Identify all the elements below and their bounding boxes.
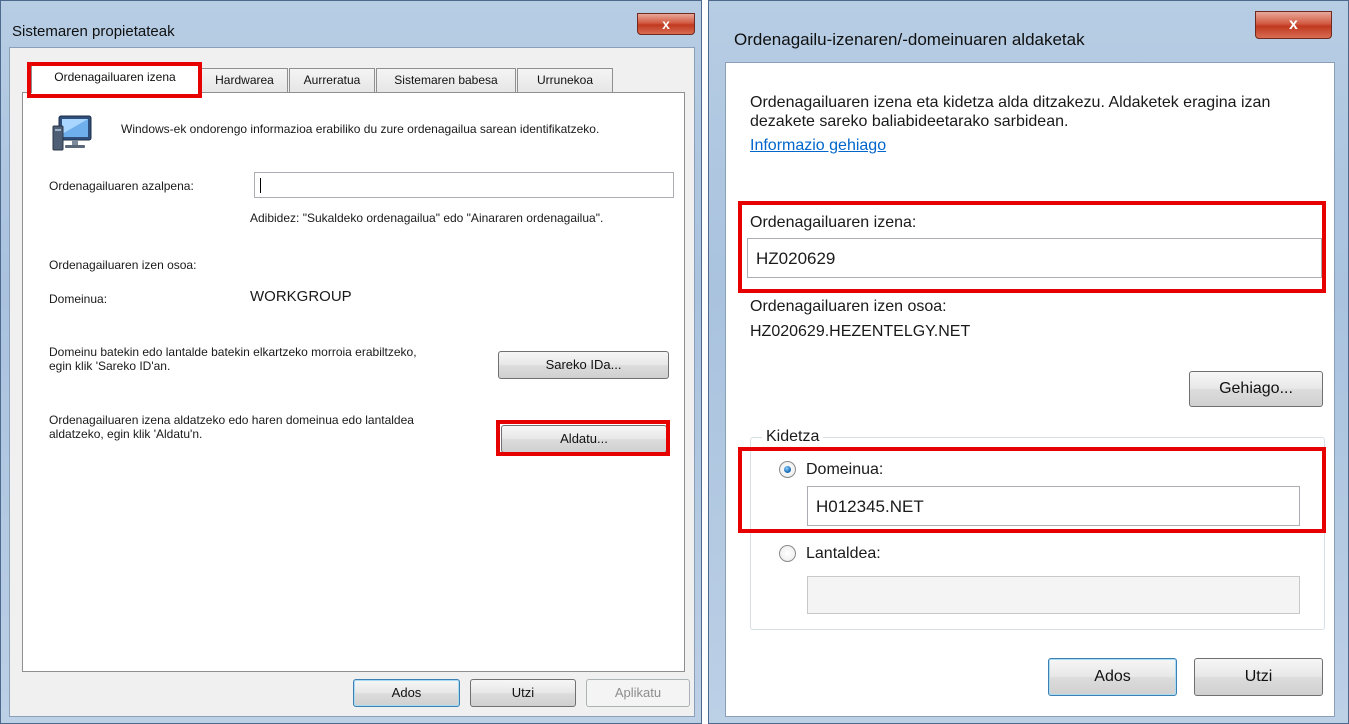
tab-remote[interactable]: Urrunekoa	[517, 68, 613, 92]
system-properties-window: Sistemaren propietateak x Ordenagailuare…	[0, 0, 702, 724]
tab-label: Urrunekoa	[536, 73, 594, 87]
window-title: Ordenagailu-izenaren/-domeinuaren aldake…	[734, 30, 1085, 49]
close-icon: x	[662, 16, 670, 32]
close-icon: x	[1289, 16, 1298, 33]
domain-value: H012345.NET	[816, 497, 924, 516]
ok-button-label: Ados	[1094, 668, 1131, 685]
domain-label: Domeinua:	[49, 292, 108, 306]
domain-value: WORKGROUP	[250, 288, 352, 305]
more-button-label: Gehiago...	[1219, 380, 1293, 397]
cancel-button[interactable]: Utzi	[1194, 658, 1323, 696]
change-text: Ordenagailuaren izena aldatzeko edo hare…	[49, 413, 414, 441]
domain-radio[interactable]	[779, 461, 796, 478]
cancel-button[interactable]: Utzi	[470, 679, 576, 707]
workgroup-option-label: Lantaldea:	[806, 545, 881, 562]
tab-label: Sistemaren babesa	[394, 73, 498, 87]
cancel-button-label: Utzi	[511, 685, 535, 700]
computer-name-input[interactable]: HZ020629	[747, 238, 1322, 278]
domain-option-label: Domeinua:	[806, 461, 884, 478]
tab-system-protection[interactable]: Sistemaren babesa	[376, 68, 516, 92]
change-button[interactable]: Aldatu...	[501, 425, 667, 453]
network-id-button-label: Sareko IDa...	[545, 357, 622, 372]
cancel-button-label: Utzi	[1244, 668, 1273, 685]
description-input[interactable]	[254, 172, 674, 198]
domain-input[interactable]: H012345.NET	[807, 486, 1300, 526]
full-name-label: Ordenagailuaren izen osoa:	[49, 258, 197, 272]
intro-text: Windows-ek ondorengo informazioa erabili…	[121, 122, 600, 136]
full-name-label: Ordenagailuaren izen osoa:	[750, 298, 947, 315]
tab-computer-name[interactable]: Ordenagailuaren izena	[31, 65, 199, 93]
more-button[interactable]: Gehiago...	[1189, 371, 1323, 407]
apply-button[interactable]: Aplikatu	[586, 679, 690, 707]
computer-monitor-icon	[52, 115, 92, 151]
close-button[interactable]: x	[637, 13, 695, 35]
tab-hardware[interactable]: Hardwarea	[201, 68, 288, 92]
name-domain-changes-window: Ordenagailu-izenaren/-domeinuaren aldake…	[708, 0, 1349, 724]
ok-button[interactable]: Ados	[1048, 658, 1177, 696]
more-info-link[interactable]: Informazio gehiago	[750, 136, 886, 155]
ok-button-label: Ados	[391, 685, 422, 700]
tab-label: Ordenagailuaren izena	[54, 70, 176, 84]
radio-selected-dot	[784, 466, 791, 473]
tab-label: Hardwarea	[215, 73, 274, 87]
tab-label: Aurreratua	[303, 73, 361, 87]
change-button-label: Aldatu...	[560, 431, 608, 446]
full-name-value: HZ020629.HEZENTELGY.NET	[750, 323, 971, 340]
close-button[interactable]: x	[1255, 11, 1332, 39]
workgroup-radio[interactable]	[779, 545, 796, 562]
workgroup-input[interactable]	[807, 576, 1300, 614]
computer-name-value: HZ020629	[756, 249, 836, 268]
computer-name-label: Ordenagailuaren izena:	[750, 214, 917, 231]
network-id-text: Domeinu batekin edo lantalde batekin elk…	[49, 345, 417, 373]
text-cursor	[260, 178, 261, 193]
window-title: Sistemaren propietateak	[12, 23, 175, 40]
network-id-button[interactable]: Sareko IDa...	[498, 351, 669, 379]
ok-button[interactable]: Ados	[353, 679, 460, 707]
tab-advanced[interactable]: Aurreratua	[289, 68, 375, 92]
intro-text: Ordenagailuaren izena eta kidetza alda d…	[750, 94, 1271, 130]
membership-label: Kidetza	[762, 428, 824, 446]
description-hint: Adibidez: "Sukaldeko ordenagailua" edo "…	[250, 211, 604, 225]
apply-button-label: Aplikatu	[614, 685, 662, 700]
description-label: Ordenagailuaren azalpena:	[49, 179, 194, 193]
